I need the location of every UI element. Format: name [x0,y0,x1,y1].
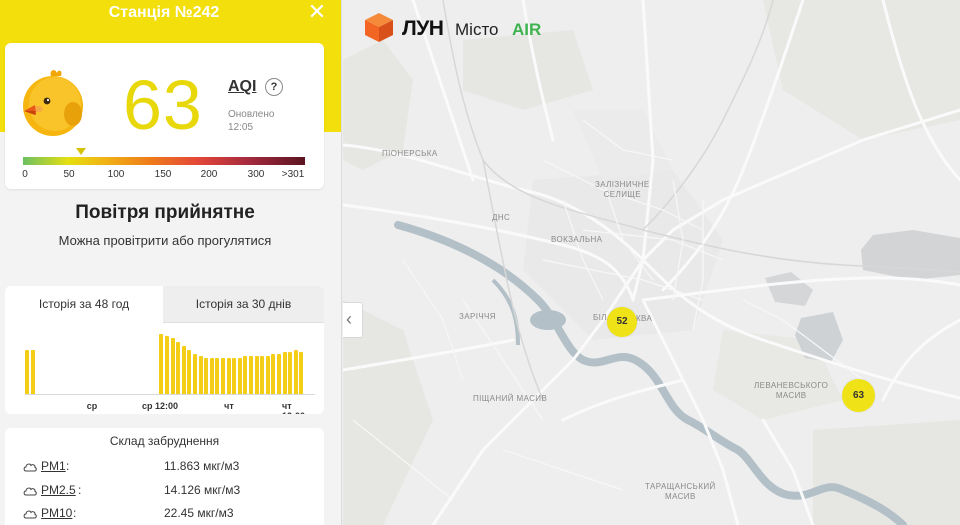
updated-info: Оновлено 12:05 [228,108,274,134]
history-bar[interactable] [254,356,259,394]
station-title: Станція №242 [108,4,220,21]
lun-misto-air-logo[interactable]: ЛУН Місто AIR [363,9,553,45]
chevron-left-icon: ‹ [346,309,352,329]
pollutant-colon: : [66,459,70,473]
history-bar[interactable] [204,358,209,394]
history-bar[interactable] [159,334,164,394]
pollution-card: Склад забруднення PM1 : 11.863 мкг/м3 PM… [5,428,324,525]
history-bar[interactable] [181,346,186,394]
history-bar[interactable] [237,358,242,394]
history-bar[interactable] [215,358,220,394]
district-label: ТАРАЩАНСЬКИЙ МАСИВ [645,482,716,501]
cloud-icon [23,487,37,496]
pollutant-row: PM2.5 : 14.126 мкг/м3 [23,483,313,501]
district-label: ЛЕВАНЕВСЬКОГО МАСИВ [754,381,829,400]
history-axis-label: чт 12:00 [282,401,305,414]
scale-tick: 100 [107,169,125,180]
map-view[interactable]: ЛУН Місто AIR ПІОНЕРСЬКА ЗАЛІЗНИЧНЕ СЕЛИ… [343,0,960,525]
station-panel: Станція №242 ✕ 63 AQI ? Оновлено 12:05 0… [0,0,342,525]
history-bar[interactable] [282,352,287,394]
history-bar[interactable] [165,336,169,394]
history-tabs: Історія за 48 год Історія за 30 днів [5,286,324,323]
district-label: ПІОНЕРСЬКА [382,149,438,158]
cloud-icon [23,510,37,519]
map-base [343,0,960,525]
history-bar[interactable] [30,350,35,394]
scale-tick: 0 [22,169,28,180]
logo-product: Місто [455,20,499,39]
updated-time: 12:05 [228,122,254,133]
air-status-description: Можна провітрити або прогулятися [58,233,272,248]
history-axis-label: ср [86,401,98,411]
pollutant-name[interactable]: PM1 [41,459,66,473]
history-bar[interactable] [277,354,281,394]
pollutant-row: PM1 : 11.863 мкг/м3 [23,459,313,477]
history-bar[interactable] [260,356,265,394]
pollutant-row: PM10 : 22.45 мкг/м3 [23,506,313,524]
station-marker-selected[interactable]: 63 [842,379,875,412]
station-marker[interactable]: 52 [607,307,637,337]
district-label: КВА [636,314,653,323]
pollutant-colon: : [78,483,82,497]
pollutant-value: 14.126 мкг/м3 [164,483,241,497]
scale-tick: 300 [247,169,265,180]
help-icon[interactable]: ? [265,78,283,96]
history-bar[interactable] [299,352,304,394]
history-card: Історія за 48 год Історія за 30 днів ср … [5,286,324,414]
history-bar[interactable] [232,358,237,394]
scale-tick: 50 [63,169,75,180]
bird-mascot-icon [23,70,83,136]
history-bar[interactable] [271,354,276,394]
pollutant-value: 11.863 мкг/м3 [164,459,240,473]
history-bar[interactable] [170,338,175,394]
scale-tick: 200 [200,169,218,180]
logo-accent: AIR [512,20,542,39]
history-axis-label: чт [224,401,234,411]
history-bar[interactable] [293,350,298,394]
history-bar[interactable] [176,342,181,394]
history-bar[interactable] [25,350,29,394]
updated-label: Оновлено [228,109,275,120]
scale-tick: 150 [154,169,172,180]
district-label: ЗАРІЧЧЯ [459,312,496,321]
cube-logo-icon [365,13,393,42]
history-bar[interactable] [249,356,253,394]
history-bar[interactable] [209,358,214,394]
district-label: ВОКЗАЛЬНА [551,235,603,244]
district-label: ДНС [492,213,511,222]
history-bar[interactable] [243,356,248,394]
aqi-label[interactable]: AQI [228,78,256,96]
aqi-scale-marker [76,148,86,155]
pollutant-value: 22.45 мкг/м3 [164,506,234,520]
district-label: ЗАЛІЗНИЧНЕ СЕЛИЩЕ [595,180,650,199]
aqi-scale-bar [23,157,305,165]
aqi-card: 63 AQI ? Оновлено 12:05 0 50 100 150 200… [5,43,324,189]
history-bar[interactable] [226,358,231,394]
history-bar[interactable] [221,358,225,394]
tab-history-48h[interactable]: Історія за 48 год [5,286,163,323]
logo-brand: ЛУН [402,17,444,40]
history-bar[interactable] [187,350,192,394]
pollutant-name[interactable]: PM2.5 [41,483,76,497]
history-axis-label: ср 12:00 [141,401,179,411]
history-bar[interactable] [193,354,197,394]
history-bar[interactable] [288,352,293,394]
scale-tick: >301 [281,169,305,180]
pollutant-colon: : [73,506,77,520]
air-status-title: Повітря прийнятне [75,202,255,223]
pollution-title: Склад забруднення [109,434,220,448]
aqi-scale-ticks: 0 50 100 150 200 300 >301 [5,169,324,183]
pollutant-name[interactable]: PM10 [41,506,72,520]
collapse-panel-button[interactable]: ‹ [343,302,363,338]
history-bar[interactable] [198,356,203,394]
district-label: ПІЩАНИЙ МАСИВ [473,394,548,403]
tab-history-30d[interactable]: Історія за 30 днів [163,286,324,323]
history-axis-line [25,394,315,395]
aqi-value: 63 [123,66,203,144]
history-bar[interactable] [265,356,270,394]
cloud-icon [23,463,37,472]
close-icon[interactable]: ✕ [306,1,328,24]
history-bar-chart [25,330,305,394]
